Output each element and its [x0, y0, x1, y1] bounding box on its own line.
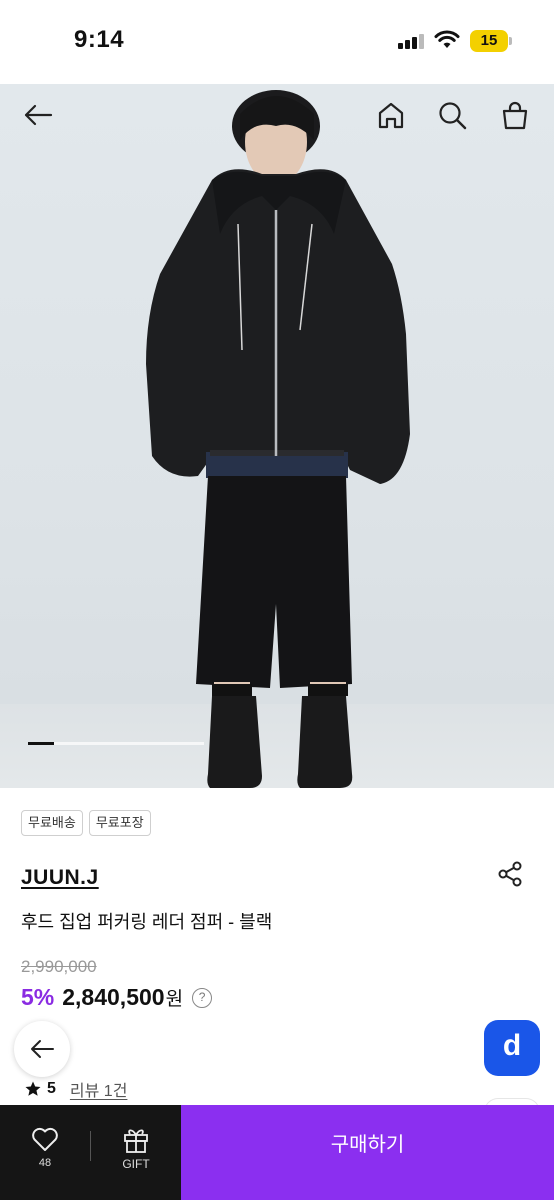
- buy-button[interactable]: 구매하기: [181, 1105, 554, 1200]
- floating-back-button[interactable]: [14, 1021, 70, 1077]
- home-icon: [378, 102, 404, 129]
- slide-indicator: [28, 742, 204, 745]
- like-count: 48: [38, 1157, 52, 1169]
- arrow-left-icon: [31, 1040, 54, 1058]
- price-row: 5% 2,840,500 원 ?: [21, 984, 213, 1011]
- gift-button[interactable]: GIFT: [91, 1105, 181, 1200]
- search-button[interactable]: [435, 98, 469, 132]
- product-image[interactable]: [0, 84, 554, 788]
- wifi-icon: [434, 30, 460, 48]
- share-button[interactable]: [496, 860, 524, 888]
- brand-link[interactable]: JUUN.J: [21, 866, 99, 890]
- discount-rate: 5%: [21, 984, 55, 1010]
- arrow-left-icon: [24, 104, 53, 126]
- product-name: 후드 집업 퍼커링 레더 점퍼 - 블랙: [21, 912, 273, 932]
- like-button[interactable]: 48: [0, 1105, 90, 1200]
- sale-price: 2,840,500: [62, 984, 165, 1010]
- battery-indicator: 15: [470, 30, 508, 52]
- slide-indicator-fill: [28, 742, 55, 745]
- price-help-icon[interactable]: ?: [192, 987, 213, 1008]
- original-price: 2,990,000: [21, 957, 97, 976]
- share-icon: [498, 861, 522, 887]
- shopping-bag-icon: [502, 101, 528, 130]
- rating-row: 5 리뷰 1건: [24, 1077, 127, 1101]
- home-button[interactable]: [374, 98, 408, 132]
- signal-icon: [398, 33, 424, 49]
- star-icon: [25, 1081, 41, 1096]
- d-app-button[interactable]: d: [484, 1020, 540, 1076]
- back-button[interactable]: [21, 98, 55, 132]
- badge-free-wrapping: 무료포장: [88, 810, 151, 836]
- gift-icon: [124, 1129, 148, 1153]
- battery-nub: [509, 37, 512, 45]
- heart-icon: [32, 1127, 58, 1151]
- image-top-nav: [0, 84, 554, 148]
- status-time: 9:14: [74, 26, 125, 53]
- search-icon: [439, 102, 467, 130]
- bottom-action-bar: 48 GIFT 구매하기: [0, 1105, 554, 1200]
- gift-label: GIFT: [122, 1157, 150, 1171]
- review-link[interactable]: 리뷰 1건: [70, 1077, 128, 1101]
- status-bar: 9:14 15: [0, 0, 554, 84]
- badge-list: 무료배송 무료포장: [21, 810, 151, 836]
- currency-unit: 원: [165, 989, 184, 1010]
- model-figure: [146, 90, 410, 788]
- cart-button[interactable]: [498, 98, 532, 132]
- rating-value: 5: [47, 1080, 56, 1097]
- badge-free-shipping: 무료배송: [21, 810, 83, 836]
